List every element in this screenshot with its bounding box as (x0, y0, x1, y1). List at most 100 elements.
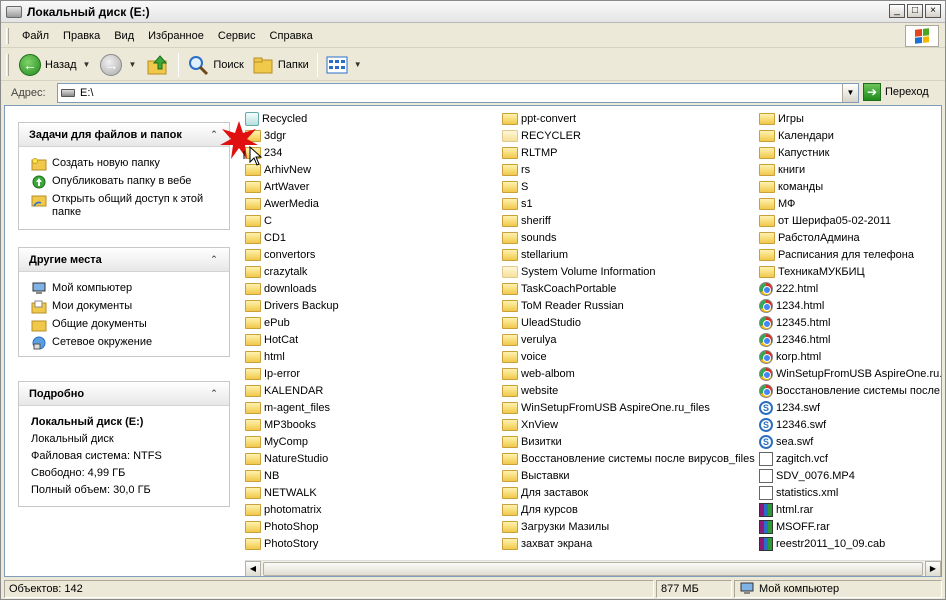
file-item[interactable]: МФ (759, 195, 795, 212)
file-item[interactable]: S (502, 178, 528, 195)
go-button[interactable]: ➔ Переход (863, 83, 929, 101)
file-item[interactable]: Расписания для телефона (759, 246, 914, 263)
file-item[interactable]: S 12346.swf (759, 416, 826, 433)
task-publish-web[interactable]: Опубликовать папку в вебе (31, 175, 221, 189)
forward-button[interactable]: → ▼ (96, 51, 142, 79)
minimize-button[interactable]: _ (889, 4, 905, 18)
file-item[interactable]: 1234.html (759, 297, 824, 314)
collapse-icon[interactable]: ⌃ (207, 387, 221, 401)
collapse-icon[interactable]: ⌃ (207, 128, 221, 142)
file-item[interactable]: 12346.html (759, 331, 830, 348)
file-item[interactable]: UleadStudio (502, 314, 581, 331)
scroll-right-button[interactable]: ▶ (925, 561, 941, 576)
place-shared-documents[interactable]: Общие документы (31, 318, 221, 332)
file-item[interactable]: Капустник (759, 144, 829, 161)
file-item[interactable]: KALENDAR (245, 382, 323, 399)
file-item[interactable]: sounds (502, 229, 556, 246)
file-item[interactable]: Восстановление системы после в (759, 382, 941, 399)
file-item[interactable]: html (245, 348, 285, 365)
details-header[interactable]: Подробно ⌃ (19, 382, 229, 406)
file-item[interactable]: NatureStudio (245, 450, 328, 467)
file-item[interactable]: sheriff (502, 212, 551, 229)
file-item[interactable]: photomatrix (245, 501, 321, 518)
file-item[interactable]: web-albom (502, 365, 575, 382)
maximize-button[interactable]: □ (907, 4, 923, 18)
place-my-documents[interactable]: Мои документы (31, 300, 221, 314)
file-item[interactable]: XnView (502, 416, 558, 433)
menu-grip[interactable] (6, 27, 9, 44)
place-network[interactable]: Сетевое окружение (31, 336, 221, 350)
back-button[interactable]: ← Назад ▼ (15, 51, 96, 79)
file-item[interactable]: WinSetupFromUSB AspireOne.ru_files (502, 399, 710, 416)
file-item[interactable]: Загрузки Мазилы (502, 518, 609, 535)
back-dropdown-icon[interactable]: ▼ (81, 60, 93, 69)
horizontal-scrollbar[interactable]: ◀ ▶ (245, 560, 941, 576)
scroll-left-button[interactable]: ◀ (245, 561, 261, 576)
file-item[interactable]: S 1234.swf (759, 399, 820, 416)
file-item[interactable]: SDV_0076.MP4 (759, 467, 855, 484)
file-item[interactable]: ePub (245, 314, 290, 331)
file-item[interactable]: РабстолАдмина (759, 229, 860, 246)
views-button[interactable]: ▼ (322, 51, 368, 79)
file-item[interactable]: захват экрана (502, 535, 592, 552)
file-item[interactable]: m-agent_files (245, 399, 330, 416)
file-item[interactable]: website (502, 382, 558, 399)
file-item[interactable]: zagitch.vcf (759, 450, 828, 467)
file-item[interactable]: Выставки (502, 467, 570, 484)
folders-button[interactable]: Папки (248, 51, 313, 79)
menu-view[interactable]: Вид (107, 30, 141, 42)
file-item[interactable]: 12345.html (759, 314, 830, 331)
file-item[interactable]: ArtWaver (245, 178, 309, 195)
file-tasks-header[interactable]: Задачи для файлов и папок ⌃ (19, 123, 229, 147)
title-bar[interactable]: Локальный диск (E:) _ □ × (1, 1, 945, 23)
file-item[interactable]: crazytalk (245, 263, 307, 280)
file-item[interactable]: html.rar (759, 501, 813, 518)
address-input[interactable]: E:\ ▼ (57, 83, 859, 103)
file-item[interactable]: MyComp (245, 433, 308, 450)
file-item[interactable]: ToM Reader Russian (502, 297, 624, 314)
file-item[interactable]: HotCat (245, 331, 298, 348)
file-item[interactable]: AwerMedia (245, 195, 319, 212)
menu-file[interactable]: Файл (15, 30, 56, 42)
file-item[interactable]: Восстановление системы после вирусов_fil… (502, 450, 755, 467)
file-item[interactable]: Для курсов (502, 501, 578, 518)
menu-tools[interactable]: Сервис (211, 30, 263, 42)
task-share-folder[interactable]: Открыть общий доступ к этой папке (31, 193, 221, 219)
file-item[interactable]: от Шерифа05-02-2011 (759, 212, 891, 229)
file-item[interactable]: MP3books (245, 416, 316, 433)
file-item[interactable]: Визитки (502, 433, 562, 450)
file-item[interactable]: Календари (759, 127, 834, 144)
file-item[interactable]: Drivers Backup (245, 297, 339, 314)
file-item[interactable]: downloads (245, 280, 317, 297)
file-item[interactable]: NB (245, 467, 279, 484)
file-item[interactable]: NETWALK (245, 484, 317, 501)
file-item[interactable]: voice (502, 348, 547, 365)
file-item[interactable]: книги (759, 161, 805, 178)
forward-dropdown-icon[interactable]: ▼ (126, 60, 138, 69)
address-dropdown-icon[interactable]: ▼ (842, 84, 858, 102)
file-item[interactable]: s1 (502, 195, 533, 212)
file-item[interactable]: 222.html (759, 280, 818, 297)
menu-favorites[interactable]: Избранное (141, 30, 211, 42)
file-item[interactable]: System Volume Information (502, 263, 656, 280)
close-button[interactable]: × (925, 4, 941, 18)
up-button[interactable] (142, 51, 174, 79)
file-item[interactable]: rs (502, 161, 530, 178)
place-my-computer[interactable]: Мой компьютер (31, 282, 221, 296)
file-item[interactable]: WinSetupFromUSB AspireOne.ru.h (759, 365, 941, 382)
file-item[interactable]: команды (759, 178, 823, 195)
scroll-thumb[interactable] (263, 562, 923, 576)
file-item[interactable]: MSOFF.rar (759, 518, 830, 535)
other-places-header[interactable]: Другие места ⌃ (19, 248, 229, 272)
file-item[interactable]: PhotoStory (245, 535, 318, 552)
file-item[interactable]: TaskCoachPortable (502, 280, 616, 297)
views-dropdown-icon[interactable]: ▼ (352, 60, 364, 69)
file-item[interactable]: PhotoShop (245, 518, 318, 535)
file-item[interactable]: convertors (245, 246, 315, 263)
file-item[interactable]: verulya (502, 331, 556, 348)
collapse-icon[interactable]: ⌃ (207, 253, 221, 267)
task-new-folder[interactable]: Создать новую папку (31, 157, 221, 171)
file-item[interactable]: Ssea.swf (759, 433, 813, 450)
file-item[interactable]: korp.html (759, 348, 821, 365)
address-value[interactable]: E:\ (80, 87, 93, 99)
